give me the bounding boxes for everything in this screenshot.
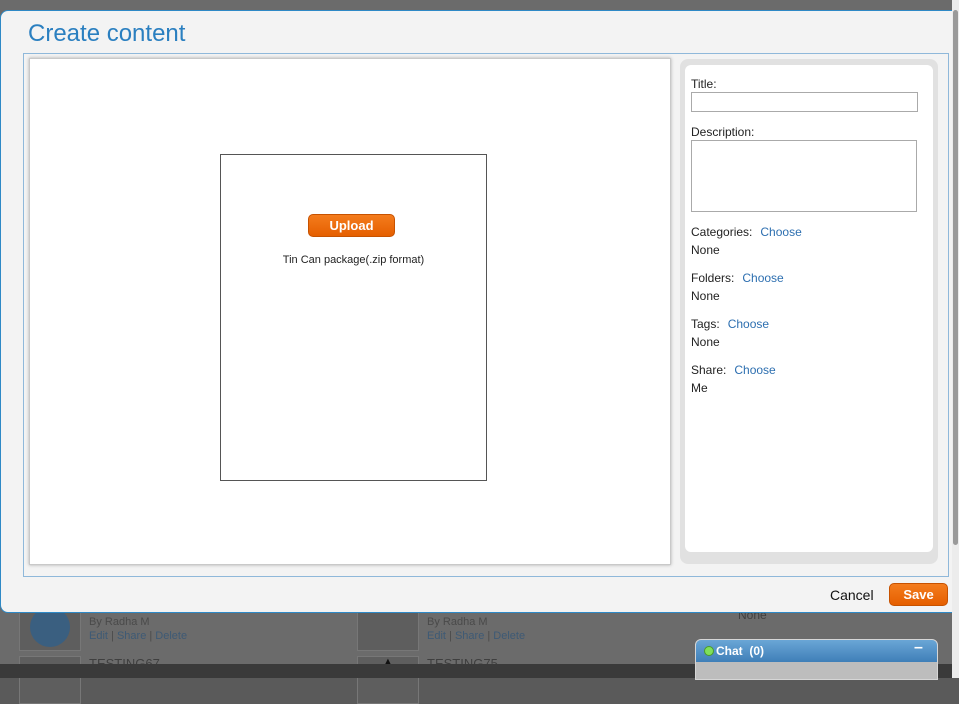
properties-panel-inner: Title: Description: Categories: Choose No…: [685, 65, 933, 552]
tags-label: Tags:: [691, 317, 720, 331]
chat-widget: Chat (0) –: [695, 639, 938, 680]
title-input[interactable]: [691, 92, 918, 112]
share-row: Share: Choose: [691, 363, 776, 377]
tags-value: None: [691, 335, 720, 349]
folders-label: Folders:: [691, 271, 735, 285]
upload-area: Upload Tin Can package(.zip format): [220, 154, 487, 481]
tags-choose-link[interactable]: Choose: [728, 317, 769, 331]
categories-value: None: [691, 243, 720, 257]
title-label: Title:: [691, 77, 717, 91]
edit-link[interactable]: Edit: [89, 630, 108, 642]
chat-count: (0): [749, 644, 765, 658]
globe-icon: [30, 607, 70, 647]
upload-canvas: Upload Tin Can package(.zip format): [29, 58, 671, 565]
delete-link[interactable]: Delete: [493, 630, 525, 642]
dialog-body: Upload Tin Can package(.zip format) Titl…: [23, 53, 949, 577]
share-choose-link[interactable]: Choose: [734, 363, 775, 377]
create-content-dialog: Create content Upload Tin Can package(.z…: [0, 10, 959, 613]
upload-hint: Tin Can package(.zip format): [282, 254, 425, 266]
folders-value: None: [691, 289, 720, 303]
properties-panel: Title: Description: Categories: Choose No…: [680, 59, 938, 564]
chat-header[interactable]: Chat (0) –: [696, 640, 937, 662]
minus-icon[interactable]: –: [914, 640, 923, 657]
folders-row: Folders: Choose: [691, 271, 784, 285]
online-status-icon: [704, 646, 714, 656]
folders-choose-link[interactable]: Choose: [742, 271, 783, 285]
categories-label: Categories:: [691, 225, 753, 239]
scrollbar-thumb[interactable]: [953, 10, 958, 545]
share-link[interactable]: Share: [117, 630, 146, 642]
cancel-button[interactable]: Cancel: [830, 587, 874, 603]
description-label: Description:: [691, 125, 755, 139]
description-input[interactable]: [691, 140, 917, 212]
share-label: Share:: [691, 363, 727, 377]
chat-title: Chat (0): [716, 644, 765, 658]
categories-row: Categories: Choose: [691, 225, 802, 239]
upload-button[interactable]: Upload: [308, 214, 395, 237]
item-actions: Edit | Share | Delete: [89, 630, 188, 642]
author-text: By Radha M: [427, 616, 488, 628]
delete-link[interactable]: Delete: [155, 630, 187, 642]
tags-row: Tags: Choose: [691, 317, 769, 331]
share-value: Me: [691, 381, 708, 395]
categories-choose-link[interactable]: Choose: [760, 225, 801, 239]
item-actions: Edit | Share | Delete: [427, 630, 526, 642]
dialog-title: Create content: [28, 20, 186, 47]
share-link[interactable]: Share: [455, 630, 484, 642]
save-button[interactable]: Save: [889, 583, 948, 606]
edit-link[interactable]: Edit: [427, 630, 446, 642]
author-text: By Radha M: [89, 616, 150, 628]
